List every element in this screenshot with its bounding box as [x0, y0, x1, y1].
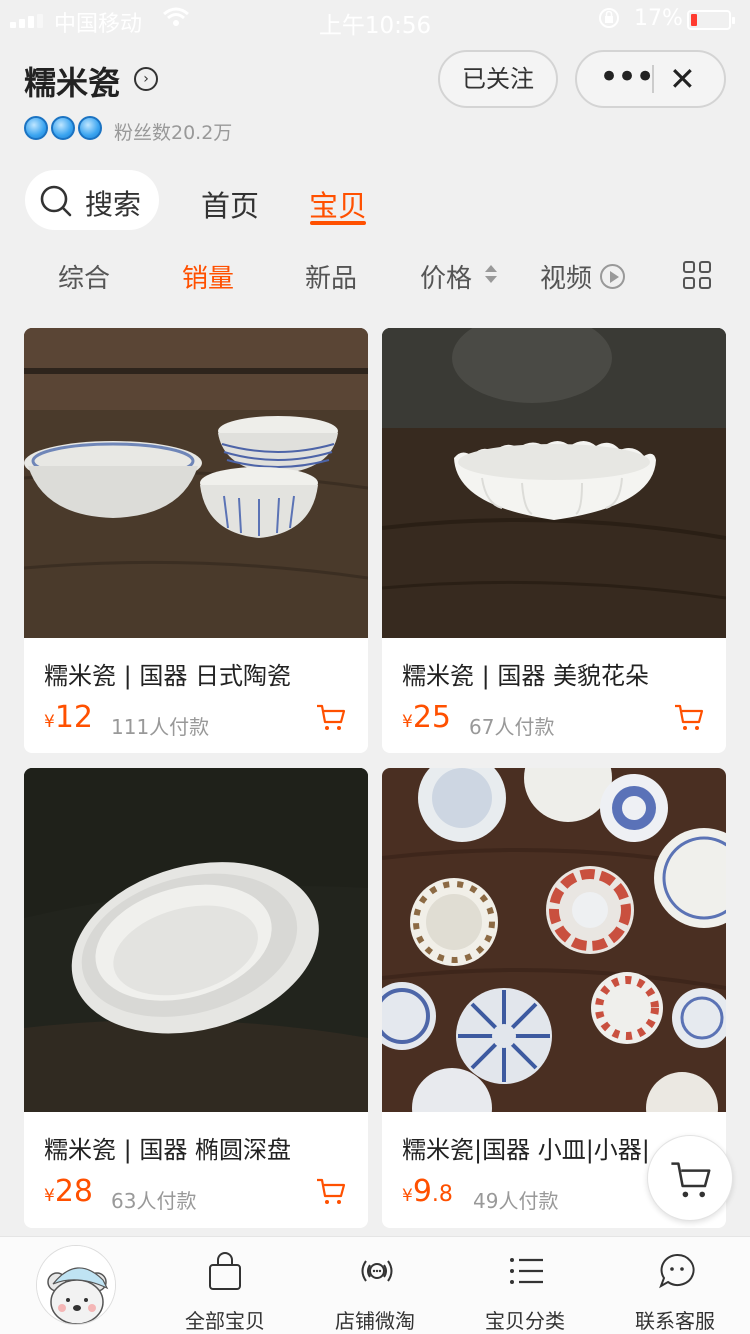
search-button[interactable]: 搜索 — [25, 170, 159, 230]
shopping-bag-icon — [209, 1252, 241, 1290]
add-to-cart-icon[interactable] — [316, 1176, 346, 1206]
sort-arrows-icon — [484, 265, 498, 287]
nav-weitao[interactable]: 店铺微淘 — [310, 1245, 440, 1334]
cart-icon — [671, 1162, 711, 1198]
nav-weitao-label: 店铺微淘 — [335, 1309, 415, 1333]
bear-avatar-icon — [37, 1246, 115, 1324]
product-image — [382, 768, 726, 1112]
nav-customer-service-label: 联系客服 — [635, 1309, 715, 1333]
product-title: 糯米瓷 | 国器 椭圆深盘 — [44, 1136, 291, 1164]
close-icon[interactable]: ✕ — [669, 52, 696, 106]
product-image — [24, 768, 368, 1112]
product-price: ¥12 — [44, 700, 94, 735]
product-price: ¥25 — [402, 700, 452, 735]
nav-categories[interactable]: 宝贝分类 — [460, 1245, 590, 1334]
active-tab-indicator — [310, 221, 366, 225]
sort-video[interactable]: 视频 — [540, 258, 592, 295]
nav-customer-service[interactable]: 联系客服 — [610, 1245, 740, 1334]
rotation-lock-icon — [597, 6, 621, 36]
follow-button[interactable]: 已关注 — [438, 50, 558, 108]
more-icon[interactable]: ••• — [599, 52, 655, 106]
product-price: ¥28 — [44, 1174, 94, 1209]
battery-percent: 17% — [634, 6, 683, 31]
sold-count: 67人付款 — [469, 715, 555, 739]
miniapp-capsule: ••• ✕ — [575, 50, 726, 108]
floating-cart-button[interactable] — [647, 1135, 733, 1221]
play-circle-icon — [600, 264, 625, 289]
tab-home[interactable]: 首页 — [201, 183, 259, 225]
nav-all-items[interactable]: 全部宝贝 — [160, 1245, 290, 1334]
add-to-cart-icon[interactable] — [316, 702, 346, 732]
broadcast-icon — [361, 1260, 393, 1282]
battery-icon — [687, 10, 735, 30]
shop-name[interactable]: 糯米瓷 — [24, 58, 120, 104]
add-to-cart-icon[interactable] — [674, 702, 704, 732]
product-image — [24, 328, 368, 638]
sort-overall[interactable]: 综合 — [58, 258, 110, 295]
search-icon — [40, 185, 72, 217]
sort-new[interactable]: 新品 — [305, 258, 357, 295]
sort-sales[interactable]: 销量 — [182, 258, 234, 295]
product-image — [382, 328, 726, 638]
search-label: 搜索 — [85, 188, 142, 221]
chevron-right-circle-icon[interactable]: › — [134, 67, 158, 91]
fans-count: 粉丝数20.2万 — [114, 122, 233, 144]
list-icon — [510, 1258, 543, 1284]
product-card[interactable]: 糯米瓷 | 国器 美貌花朵 ¥25 67人付款 — [382, 328, 726, 753]
status-bar: 中国移动 上午10:56 17% — [0, 0, 750, 40]
capsule-divider — [652, 65, 654, 93]
sold-count: 63人付款 — [111, 1189, 197, 1213]
sort-price[interactable]: 价格 — [420, 258, 472, 295]
chat-bubble-icon — [659, 1253, 695, 1289]
bottom-nav: 全部宝贝 店铺微淘 宝贝分类 联系客服 — [0, 1236, 750, 1334]
nav-categories-label: 宝贝分类 — [485, 1309, 565, 1333]
sold-count: 49人付款 — [473, 1189, 559, 1213]
nav-all-items-label: 全部宝贝 — [185, 1309, 265, 1333]
product-card[interactable]: 糯米瓷 | 国器 日式陶瓷 ¥12 111人付款 — [24, 328, 368, 753]
product-price: ¥9.8 — [402, 1174, 453, 1209]
tab-items[interactable]: 宝贝 — [309, 183, 367, 225]
crown-rating-icon — [24, 116, 102, 140]
product-card[interactable]: 糯米瓷 | 国器 椭圆深盘 ¥28 63人付款 — [24, 768, 368, 1228]
shop-avatar[interactable] — [36, 1245, 116, 1325]
product-title: 糯米瓷 | 国器 美貌花朵 — [402, 662, 649, 690]
sold-count: 111人付款 — [111, 715, 210, 739]
product-title: 糯米瓷 | 国器 日式陶瓷 — [44, 662, 291, 690]
grid-view-icon[interactable] — [683, 261, 713, 291]
